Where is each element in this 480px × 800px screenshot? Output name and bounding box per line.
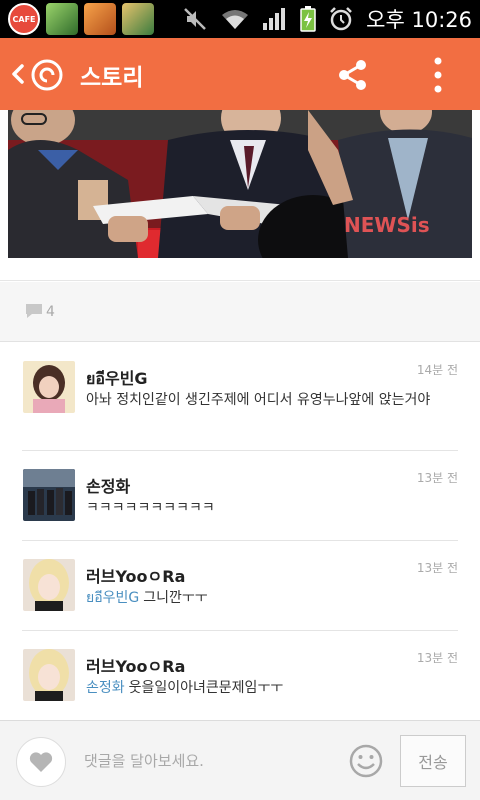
comment-time: 14분 전	[416, 363, 458, 377]
comment-count: 4	[46, 304, 55, 320]
tea-app-icon	[122, 3, 154, 35]
battery-charging-icon	[300, 6, 316, 32]
heart-icon	[29, 752, 53, 772]
comment-author[interactable]: ยอี우빈G	[86, 365, 148, 392]
emoticon-icon[interactable]	[348, 743, 384, 779]
clock: 오후 10:26	[366, 8, 472, 32]
comment-time: 13분 전	[416, 471, 458, 485]
status-icons: 오후 10:26	[182, 0, 472, 38]
comment-author[interactable]: 손정화	[86, 473, 130, 497]
comment-item: 러브YooㅇRa 13분 전 ยอี우빈G 그니깐ㅜㅜ	[22, 541, 458, 631]
story-photo[interactable]: NEWSis	[8, 110, 472, 258]
status-bar: CAFE 오후 10:26	[0, 0, 480, 38]
avatar[interactable]	[23, 649, 75, 701]
comment-list: ยอี우빈G 14분 전 아놔 정치인같이 생긴주제에 어디서 유영누나앞에 앉…	[0, 343, 480, 721]
comment-author[interactable]: 러브YooㅇRa	[86, 653, 185, 677]
comment-body: ㅋㅋㅋㅋㅋㅋㅋㅋㅋㅋ	[86, 500, 215, 516]
game-app-icon	[46, 3, 78, 35]
comment-mention[interactable]: ยอี우빈G	[86, 590, 139, 606]
more-vert-icon[interactable]	[430, 56, 446, 94]
comment-author[interactable]: 러브YooㅇRa	[86, 563, 185, 587]
send-button[interactable]: 전송	[400, 735, 466, 787]
comment-item: 손정화 13분 전 ㅋㅋㅋㅋㅋㅋㅋㅋㅋㅋ	[22, 451, 458, 541]
comment-bubble-icon	[26, 304, 42, 318]
cookie-app-icon	[84, 3, 116, 35]
comment-input[interactable]	[84, 741, 334, 781]
comment-text: ยอี우빈G 그니깐ㅜㅜ	[86, 587, 458, 609]
comment-item: ยอี우빈G 14분 전 아놔 정치인같이 생긴주제에 어디서 유영누나앞에 앉…	[22, 343, 458, 451]
app-bar: 스토리	[0, 38, 480, 110]
divider	[0, 280, 480, 281]
cafe-app-icon: CAFE	[8, 3, 40, 35]
avatar[interactable]	[23, 361, 75, 413]
comment-body: 아놔 정치인같이 생긴주제에 어디서 유영누나앞에 앉는거야	[86, 392, 431, 408]
like-button[interactable]	[16, 737, 66, 787]
page-title: 스토리	[80, 65, 144, 91]
comment-time: 13분 전	[416, 651, 458, 665]
comment-body: 웃을일이아녀큰문제임ㅜㅜ	[128, 680, 284, 696]
comment-text: ㅋㅋㅋㅋㅋㅋㅋㅋㅋㅋ	[86, 497, 458, 519]
signal-icon	[263, 8, 286, 30]
cafe-label: CAFE	[12, 14, 36, 24]
back-icon[interactable]	[6, 60, 30, 88]
comment-item: 러브YooㅇRa 13분 전 손정화 웃을일이아녀큰문제임ㅜㅜ	[22, 631, 458, 721]
comment-input-bar: 전송	[0, 720, 480, 800]
alarm-icon	[330, 7, 353, 31]
avatar[interactable]	[23, 469, 75, 521]
story-logo-icon[interactable]	[30, 58, 64, 92]
mute-icon	[184, 8, 207, 30]
comment-text: 손정화 웃을일이아녀큰문제임ㅜㅜ	[86, 677, 458, 699]
share-icon[interactable]	[336, 58, 370, 92]
photo-watermark: NEWSis	[344, 213, 430, 237]
comment-body: 그니깐ㅜㅜ	[143, 590, 208, 606]
comment-text: 아놔 정치인같이 생긴주제에 어디서 유영누나앞에 앉는거야	[86, 389, 458, 411]
comment-time: 13분 전	[416, 561, 458, 575]
comment-count-row: 4	[0, 282, 480, 342]
avatar[interactable]	[23, 559, 75, 611]
comment-mention[interactable]: 손정화	[86, 680, 125, 696]
wifi-icon	[222, 10, 249, 29]
